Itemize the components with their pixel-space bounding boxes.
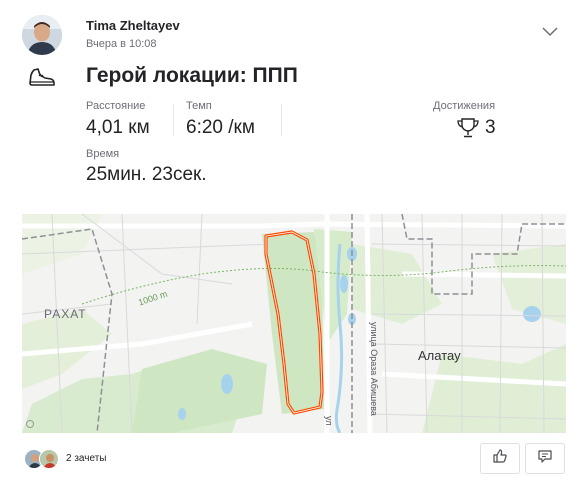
map-label-street-partial: ул (324, 416, 334, 426)
running-shoe-icon (28, 66, 56, 90)
trophy-icon (455, 117, 481, 139)
stat-divider (173, 104, 174, 136)
avatar (39, 449, 59, 469)
map-label-district: РАХАТ (44, 307, 87, 321)
pace-label: Темп (186, 100, 212, 112)
stat-divider (281, 104, 282, 136)
activity-timestamp: Вчера в 10:08 (86, 38, 157, 50)
athlete-name[interactable]: Tima Zheltayev (86, 18, 180, 33)
chevron-down-icon[interactable] (540, 24, 560, 38)
time-value: 25мин. 23сек. (86, 164, 207, 185)
pace-value: 6:20 /км (186, 117, 255, 138)
athlete-avatar[interactable] (22, 15, 62, 55)
achievements-count: 3 (485, 117, 496, 138)
map-label-locality: Алатау (418, 348, 461, 363)
comment-icon (537, 448, 553, 469)
distance-value: 4,01 км (86, 117, 150, 138)
comment-button[interactable] (525, 443, 565, 474)
activity-map[interactable]: РАХАТ Алатау 1000 m улица Ораза Абишева … (22, 214, 566, 433)
map-label-street: улица Ораза Абишева (369, 322, 379, 416)
activity-title[interactable]: Герой локации: ППП (86, 64, 298, 88)
time-label: Время (86, 148, 120, 160)
thumbs-up-icon (492, 448, 508, 469)
kudos-count[interactable]: 2 зачеты (66, 453, 106, 464)
achievements-label: Достижения (433, 100, 496, 112)
kudos-button[interactable] (480, 443, 520, 474)
distance-label: Расстояние (86, 100, 146, 112)
